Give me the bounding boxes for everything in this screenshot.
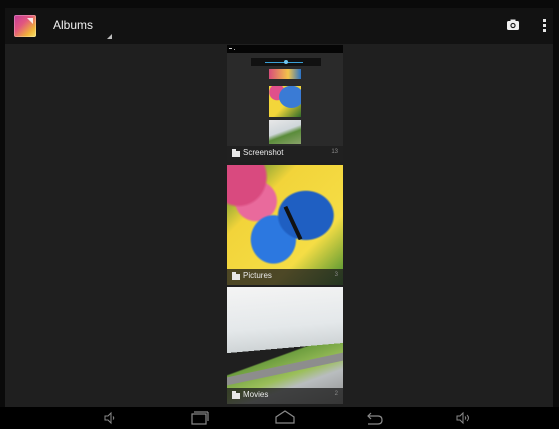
butterfly-body [283,205,303,241]
recent-apps-icon[interactable] [186,407,214,429]
home-icon[interactable] [271,407,299,429]
thumb-image [269,86,301,117]
album-name: Movies [243,390,269,399]
action-bar: Albums [5,8,553,44]
album-count: 3 [334,272,338,278]
volume-down-icon[interactable] [96,407,124,429]
track-wall [227,352,343,386]
folder-icon [232,391,240,399]
camera-icon[interactable] [506,18,520,32]
thumb-image [269,69,301,79]
album-count: 2 [334,391,338,397]
album-pictures[interactable]: Pictures 3 [227,165,343,285]
folder-icon [232,149,240,157]
navigation-bar [0,407,559,429]
album-name: Screenshot [243,148,284,157]
album-selector-title[interactable]: Albums [53,18,93,32]
folder-icon [232,272,240,280]
album-name: Pictures [243,271,272,280]
album-label-bar: Screenshot 13 [227,146,343,162]
album-label-bar: Pictures 3 [227,269,343,285]
overflow-menu-icon[interactable] [541,18,547,34]
thumb-brightness-slider [251,58,321,66]
album-count: 13 [331,149,338,155]
back-icon[interactable] [360,407,388,429]
dropdown-indicator-icon[interactable] [107,34,112,39]
gallery-app-icon[interactable] [14,15,36,37]
album-screenshot[interactable]: Screenshot 13 [227,45,343,162]
volume-up-icon[interactable] [449,407,477,429]
thumb-image [269,120,301,144]
album-movies[interactable]: Movies 2 [227,287,343,404]
thumb-status-bar [227,45,343,53]
album-label-bar: Movies 2 [227,388,343,404]
